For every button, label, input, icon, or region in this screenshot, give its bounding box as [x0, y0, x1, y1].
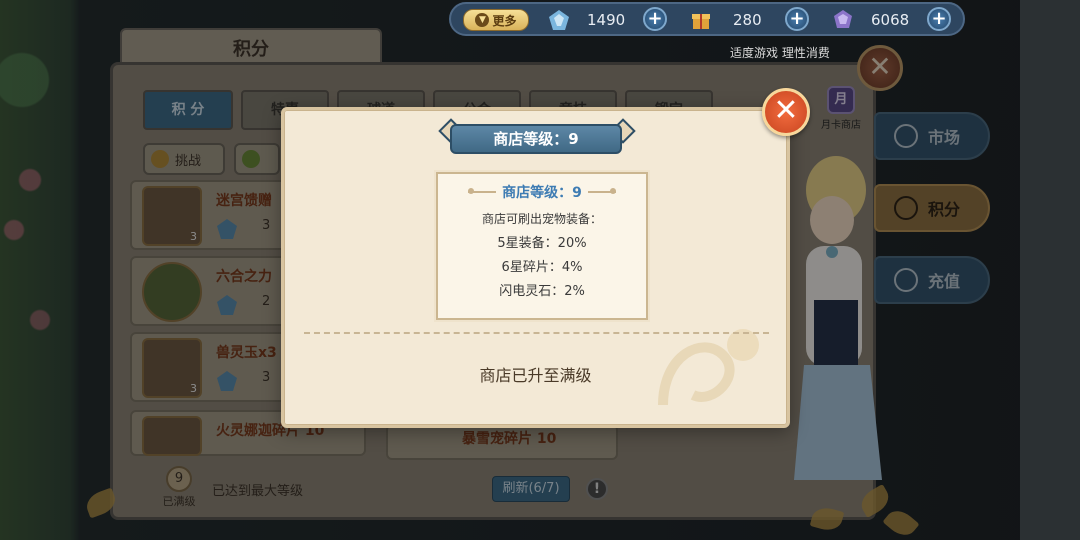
gift-box-icon: [692, 14, 710, 29]
resource-gem: 6068: [833, 7, 909, 33]
resource-gift: 280: [691, 7, 762, 33]
dashed-divider: [304, 332, 769, 334]
resource-crystal: 1490: [549, 7, 625, 33]
shop-level-info-card: 商店等级：9 商店可刷出宠物装备： 5星装备：20% 6星碎片：4% 闪电灵石：…: [436, 172, 648, 320]
drop-rate-row: 5星装备：20%: [497, 236, 587, 251]
close-button[interactable]: ✕: [762, 88, 810, 136]
purple-gem-icon: [834, 10, 852, 28]
more-button[interactable]: ▼ 更多: [463, 9, 529, 31]
dialog-title: 商店等级：9: [450, 124, 622, 154]
drop-rate-row: 6星碎片：4%: [501, 260, 583, 275]
blue-crystal-icon: [549, 10, 569, 30]
drop-rate-row: 闪电灵石：2%: [499, 284, 585, 299]
chevron-down-icon: ▼: [475, 13, 490, 27]
ornament-right: [587, 188, 616, 194]
max-level-message: 商店已升至满级: [479, 366, 592, 385]
card-subtitle: 商店可刷出宠物装备：: [481, 212, 602, 226]
screen-edge: [1020, 0, 1080, 540]
health-notice: 适度游戏 理性消费: [730, 46, 830, 60]
add-crystal-button[interactable]: +: [643, 7, 667, 31]
card-title: 商店等级：9: [438, 182, 646, 202]
add-gift-button[interactable]: +: [785, 7, 809, 31]
resource-bar: ▼ 更多 1490 + 280 + 6068 +: [449, 2, 965, 36]
ornament-left: [468, 188, 497, 194]
shop-level-dialog: 商店等级：9 ✕ 商店等级：9 商店可刷出宠物装备： 5星装备：20% 6星碎片…: [281, 88, 810, 428]
add-gem-button[interactable]: +: [927, 7, 951, 31]
